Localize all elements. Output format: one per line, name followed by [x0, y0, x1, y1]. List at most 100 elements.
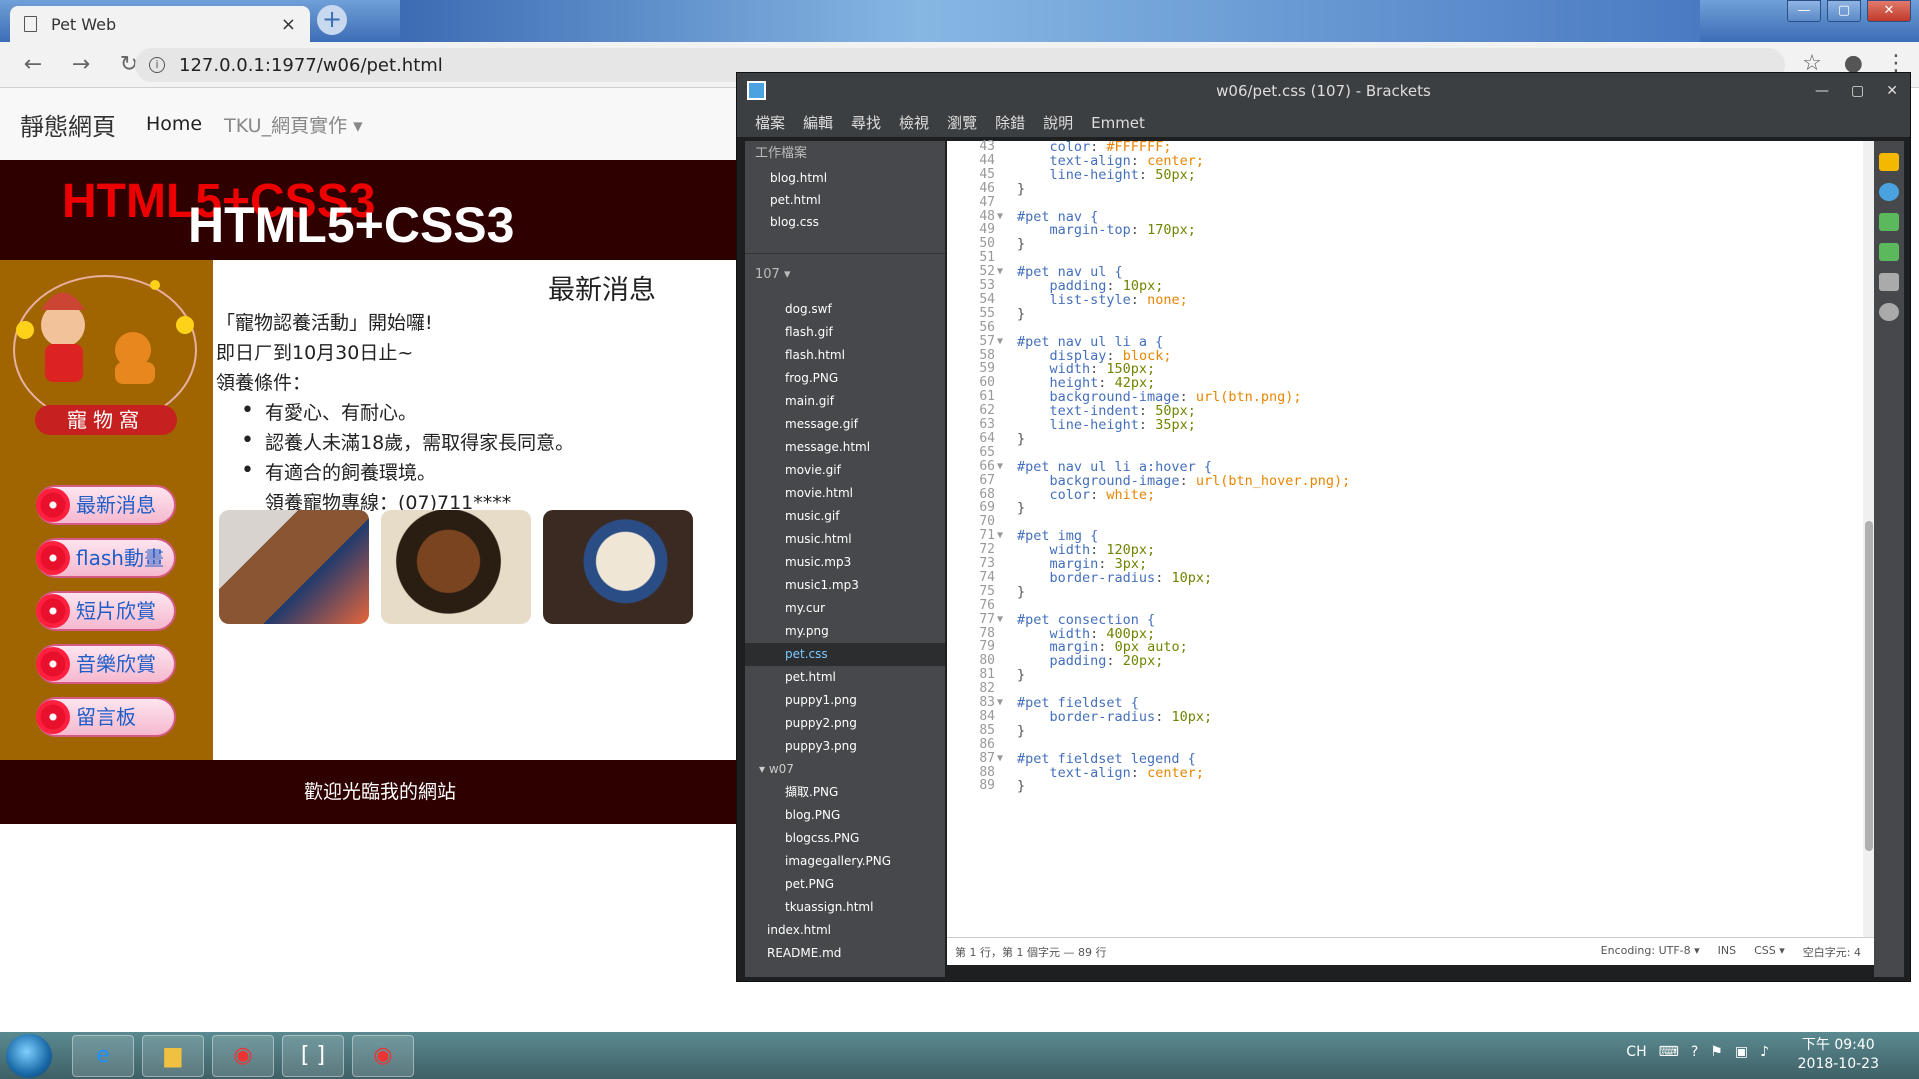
folder-w07[interactable]: ▾ w07 — [745, 758, 945, 781]
back-icon[interactable]: ← — [18, 52, 48, 77]
file-item[interactable]: blog.PNG — [745, 804, 945, 827]
brackets-icon[interactable]: [ ] — [282, 1035, 344, 1077]
close-window-button[interactable]: ✕ — [1867, 0, 1911, 22]
nav-button-flash[interactable]: flash動畫 — [36, 538, 176, 578]
fold-arrow-icon[interactable]: ▼ — [997, 266, 1003, 277]
menu-help[interactable]: 說明 — [1043, 109, 1073, 137]
file-item[interactable]: tkuassign.html — [745, 896, 945, 919]
extension-icon[interactable] — [1879, 213, 1899, 231]
fold-arrow-icon[interactable]: ▼ — [997, 753, 1003, 764]
nav-button-music[interactable]: 音樂欣賞 — [36, 644, 176, 684]
tab-close-icon[interactable]: × — [281, 14, 296, 35]
maximize-button[interactable]: ▢ — [1827, 0, 1861, 22]
menu-file[interactable]: 檔案 — [755, 109, 785, 137]
fold-arrow-icon[interactable]: ▼ — [997, 336, 1003, 347]
file-item[interactable]: flash.gif — [745, 321, 945, 344]
file-item[interactable]: frog.PNG — [745, 367, 945, 390]
scroll-thumb[interactable] — [1865, 521, 1873, 851]
file-item[interactable]: puppy1.png — [745, 689, 945, 712]
menu-view[interactable]: 檢視 — [899, 109, 929, 137]
file-item[interactable]: pet.html — [745, 666, 945, 689]
line-number: 82 — [979, 681, 995, 697]
file-item[interactable]: movie.gif — [745, 459, 945, 482]
browser-tab[interactable]: Pet Web × — [10, 6, 310, 42]
tree-root: index.html README.md — [745, 919, 945, 965]
network-icon[interactable]: ▣ — [1735, 1044, 1748, 1060]
clock[interactable]: 下午 09:40 2018-10-23 — [1798, 1036, 1879, 1074]
layers-icon[interactable] — [1879, 273, 1899, 291]
file-item[interactable]: music.gif — [745, 505, 945, 528]
info-icon[interactable]: i — [149, 57, 165, 73]
project-dropdown[interactable]: 107 ▾ — [745, 262, 945, 288]
close-icon[interactable]: ✕ — [1886, 73, 1898, 109]
code-editor[interactable]: 43 44 45 46 47 48 ▼ 49 50 51 52 ▼ 53 54 55 56 57 ▼ 58 59 60 6… — [947, 139, 1875, 937]
chrome-icon[interactable]: ◉ — [212, 1035, 274, 1077]
file-item[interactable]: music.html — [745, 528, 945, 551]
file-item[interactable]: message.gif — [745, 413, 945, 436]
folder-icon[interactable]: ▆ — [142, 1035, 204, 1077]
volume-icon[interactable]: ♪ — [1760, 1044, 1769, 1060]
file-item[interactable]: music.mp3 — [745, 551, 945, 574]
nav-dropdown[interactable]: TKU_網頁實作 ▾ — [224, 111, 363, 138]
working-file[interactable]: pet.html — [745, 189, 945, 211]
nav-button-movies[interactable]: 短片欣賞 — [36, 591, 176, 631]
input-language[interactable]: CH — [1626, 1044, 1646, 1060]
eye-icon[interactable] — [1879, 183, 1899, 201]
file-item[interactable]: movie.html — [745, 482, 945, 505]
nav-button-guestbook[interactable]: 留言板 — [36, 697, 176, 737]
file-item[interactable]: my.png — [745, 620, 945, 643]
fold-arrow-icon[interactable]: ▼ — [997, 697, 1003, 708]
ie-icon[interactable]: e — [72, 1035, 134, 1077]
live-preview-icon[interactable] — [1879, 153, 1899, 171]
fold-arrow-icon[interactable]: ▼ — [997, 461, 1003, 472]
file-item[interactable]: music1.mp3 — [745, 574, 945, 597]
file-item[interactable]: pet.PNG — [745, 873, 945, 896]
maximize-icon[interactable]: ▢ — [1851, 73, 1864, 109]
file-item[interactable]: imagegallery.PNG — [745, 850, 945, 873]
file-item[interactable]: my.cur — [745, 597, 945, 620]
flower-icon — [36, 647, 70, 681]
indent-setting[interactable]: 空白字元: 4 — [1803, 944, 1861, 960]
working-file[interactable]: blog.html — [745, 167, 945, 189]
fold-arrow-icon[interactable]: ▼ — [997, 211, 1003, 222]
help-icon[interactable]: ? — [1691, 1044, 1698, 1060]
file-item[interactable]: blogcss.PNG — [745, 827, 945, 850]
menu-edit[interactable]: 編輯 — [803, 109, 833, 137]
file-item[interactable]: 擷取.PNG — [745, 781, 945, 804]
file-item[interactable]: flash.html — [745, 344, 945, 367]
menu-debug[interactable]: 除錯 — [995, 109, 1025, 137]
file-item[interactable]: index.html — [745, 919, 945, 942]
bulb-icon[interactable] — [1879, 303, 1899, 321]
fold-arrow-icon[interactable]: ▼ — [997, 614, 1003, 625]
menu-navigate[interactable]: 瀏覽 — [947, 109, 977, 137]
minimize-button[interactable]: — — [1787, 0, 1821, 22]
file-item[interactable]: message.html — [745, 436, 945, 459]
new-tab-button[interactable]: + — [317, 5, 347, 35]
language-select[interactable]: CSS ▾ — [1754, 944, 1785, 960]
flag-icon[interactable]: ⚑ — [1710, 1044, 1723, 1060]
conditions-label: 領養條件： — [216, 372, 312, 394]
minimize-icon[interactable]: — — [1815, 73, 1829, 109]
forward-icon[interactable]: → — [66, 52, 96, 77]
file-item[interactable]: puppy2.png — [745, 712, 945, 735]
insert-mode[interactable]: INS — [1718, 944, 1736, 960]
site-brand[interactable]: 靜態網頁 — [20, 107, 116, 142]
working-file[interactable]: blog.css — [745, 211, 945, 233]
file-item[interactable]: puppy3.png — [745, 735, 945, 758]
plugin-icon[interactable] — [1879, 243, 1899, 261]
nav-button-news[interactable]: 最新消息 — [36, 485, 176, 525]
fold-arrow-icon[interactable]: ▼ — [997, 530, 1003, 541]
menu-find[interactable]: 尋找 — [851, 109, 881, 137]
nav-home-link[interactable]: Home — [146, 113, 202, 135]
file-item[interactable]: pet.css — [745, 643, 945, 666]
encoding-select[interactable]: Encoding: UTF-8 ▾ — [1601, 944, 1700, 960]
line-number: 85 — [979, 722, 995, 738]
file-item[interactable]: README.md — [745, 942, 945, 965]
file-item[interactable]: main.gif — [745, 390, 945, 413]
start-button[interactable] — [6, 1034, 52, 1078]
file-item[interactable]: dog.swf — [745, 298, 945, 321]
chrome-icon[interactable]: ◉ — [352, 1035, 414, 1077]
menu-emmet[interactable]: Emmet — [1091, 109, 1145, 137]
keyboard-icon[interactable]: ⌨ — [1659, 1044, 1679, 1060]
